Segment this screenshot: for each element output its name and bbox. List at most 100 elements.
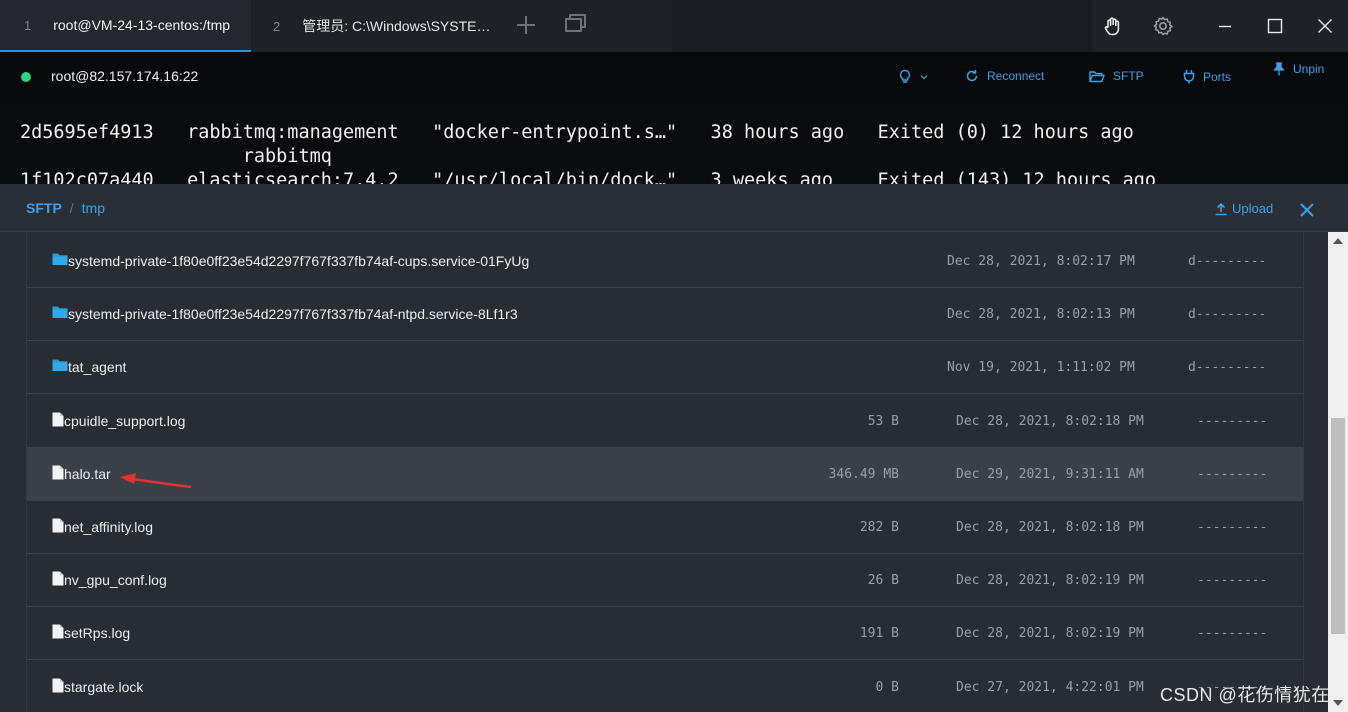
tab-number: 1 [24,17,32,33]
entry-size: 282 B [859,520,899,535]
file-row[interactable]: net_affinity.log 282 B Dec 28, 2021, 8:02:… [27,501,1303,554]
chevron-down-icon [920,75,928,80]
entry-size: 0 B [875,679,899,695]
file-row[interactable]: stargate.lock 0 B Dec 27, 2021, 4:22:01 PM… [27,661,1303,712]
file-row[interactable]: setRps.log 191 B Dec 28, 2021, 8:02:19 PM -… [27,607,1303,661]
watermark: CSDN @花伤情犹在 [1160,685,1330,705]
refresh-icon [966,70,978,82]
entry-name: setRps.log [64,625,131,642]
entry-size: 53 B [867,413,899,429]
file-icon [52,678,64,696]
lightbulb-dropdown[interactable] [898,69,936,85]
lightbulb-icon [899,69,911,83]
file-row[interactable]: halo.tar 346.49 MB Dec 29, 2021, 9:31:11 A… [27,447,1303,501]
upload-label: Upload [1232,201,1274,216]
entry-name: net_affinity.log [64,519,153,535]
sftp-header: SFTP / tmp Upload [0,184,1348,232]
host-address: root@82.157.174.16:22 [51,68,199,84]
entry-name: systemd-private-1f80e0ff23e54d2297f767f3… [68,253,530,269]
connection-status-dot [21,72,31,82]
entry-permissions: --------- [1197,520,1268,535]
folder-row[interactable]: systemd-private-1f80e0ff23e54d2297f767f3… [27,235,1303,288]
entry-name: halo.tar [64,465,111,482]
scroll-thumb[interactable] [1331,418,1345,634]
breadcrumb: SFTP / tmp [26,200,105,216]
file-row[interactable]: cpuidle_support.log 53 B Dec 28, 2021, 8:0… [27,395,1303,448]
reconnect-button[interactable]: Reconnect [965,69,1044,83]
upload-button[interactable]: Upload [1214,201,1273,216]
entry-modified-date: Dec 29, 2021, 9:31:11 AM [956,466,1144,482]
folder-icon [52,358,68,375]
file-icon [52,412,64,430]
entry-modified-date: Dec 28, 2021, 8:02:19 PM [956,573,1144,589]
plug-icon [1183,70,1195,84]
close-sftp-icon[interactable] [1296,199,1318,221]
breadcrumb-separator: / [69,200,74,216]
entry-name: cpuidle_support.log [64,412,186,429]
drag-region[interactable] [672,0,1092,52]
terminal-line: rabbitmq [20,146,332,167]
file-icon [52,518,64,536]
hand-icon[interactable] [1097,10,1129,42]
vertical-scrollbar[interactable] [1328,232,1348,712]
file-row[interactable]: nv_gpu_conf.log 26 B Dec 28, 2021, 8:02:19… [27,554,1303,608]
breadcrumb-root[interactable]: SFTP [26,200,62,216]
sftp-panel: SFTP / tmp Upload systemd-private-1f80e0ff… [0,184,1348,712]
entry-permissions: d--------- [1188,254,1267,269]
entry-name: nv_gpu_conf.log [64,572,167,589]
entry-modified-date: Dec 28, 2021, 8:02:13 PM [947,307,1135,323]
entry-modified-date: Dec 27, 2021, 4:22:01 PM [956,679,1144,695]
maximize-icon[interactable] [1259,10,1291,42]
file-icon [52,571,64,589]
folder-row[interactable]: tat_agent Nov 19, 2021, 1:11:02 PM d------… [27,341,1303,395]
terminal-line: 1f102c07a440 elasticsearch:7.4.2 "/usr/l… [20,170,1157,184]
terminal-output[interactable]: 2d5695ef4913 rabbitmq:management "docker… [0,102,1348,184]
annotation-arrow [120,473,192,489]
folder-open-icon [1089,70,1105,82]
gear-icon[interactable] [1147,10,1179,42]
file-list: systemd-private-1f80e0ff23e54d2297f767f3… [26,232,1304,712]
minimize-icon[interactable] [1209,10,1241,42]
entry-permissions: --------- [1197,413,1268,429]
scroll-up-arrow[interactable] [1333,238,1343,244]
entry-modified-date: Nov 19, 2021, 1:11:02 PM [947,360,1135,376]
entry-name: tat_agent [68,359,127,376]
unpin-label: Unpin [1293,62,1325,76]
entry-modified-date: Dec 28, 2021, 8:02:18 PM [956,413,1144,429]
sftp-button[interactable]: SFTP [1089,69,1144,83]
entry-size: 26 B [867,573,899,589]
entry-permissions: d--------- [1188,360,1267,376]
ports-label: Ports [1203,69,1232,84]
scroll-down-arrow[interactable] [1333,700,1343,706]
tab-terminal-1[interactable]: 1 root@VM-24-13-centos:/tmp [0,0,251,52]
folder-icon [52,252,68,269]
entry-modified-date: Dec 28, 2021, 8:02:19 PM [956,626,1144,642]
entry-size: 191 B [859,626,899,642]
tab-terminal-2[interactable]: 2 管理员: C:\Windows\SYSTE… [251,0,503,52]
unpin-button[interactable]: Unpin [1273,62,1324,76]
file-icon [52,465,64,483]
entry-permissions: --------- [1197,626,1268,642]
ports-button[interactable]: Ports [1183,69,1231,84]
folder-row[interactable]: systemd-private-1f80e0ff23e54d2297f767f3… [27,288,1303,342]
tab-number: 2 [273,18,281,34]
new-tab-icon[interactable] [512,12,540,40]
pin-icon [1273,62,1285,76]
host-bar: root@82.157.174.16:22 Reconnect SFTP Por… [0,52,1348,102]
entry-permissions: --------- [1197,573,1268,589]
tab-title: root@VM-24-13-centos:/tmp [53,17,231,33]
upload-icon [1215,202,1227,215]
tab-overview-icon[interactable] [565,14,587,34]
breadcrumb-current-dir[interactable]: tmp [82,200,105,216]
entry-modified-date: Dec 28, 2021, 8:02:17 PM [947,254,1135,269]
entry-permissions: --------- [1197,466,1268,482]
entry-size: 346.49 MB [828,466,899,482]
tab-title: 管理员: C:\Windows\SYSTE… [302,18,491,34]
entry-modified-date: Dec 28, 2021, 8:02:18 PM [956,520,1144,535]
sftp-label: SFTP [1113,69,1144,83]
close-icon[interactable] [1309,10,1341,42]
tab-bar: 1 root@VM-24-13-centos:/tmp 2 管理员: C:\Wi… [0,0,1348,52]
entry-name: systemd-private-1f80e0ff23e54d2297f767f3… [68,306,518,323]
file-icon [52,624,64,642]
entry-permissions: d--------- [1188,307,1267,323]
